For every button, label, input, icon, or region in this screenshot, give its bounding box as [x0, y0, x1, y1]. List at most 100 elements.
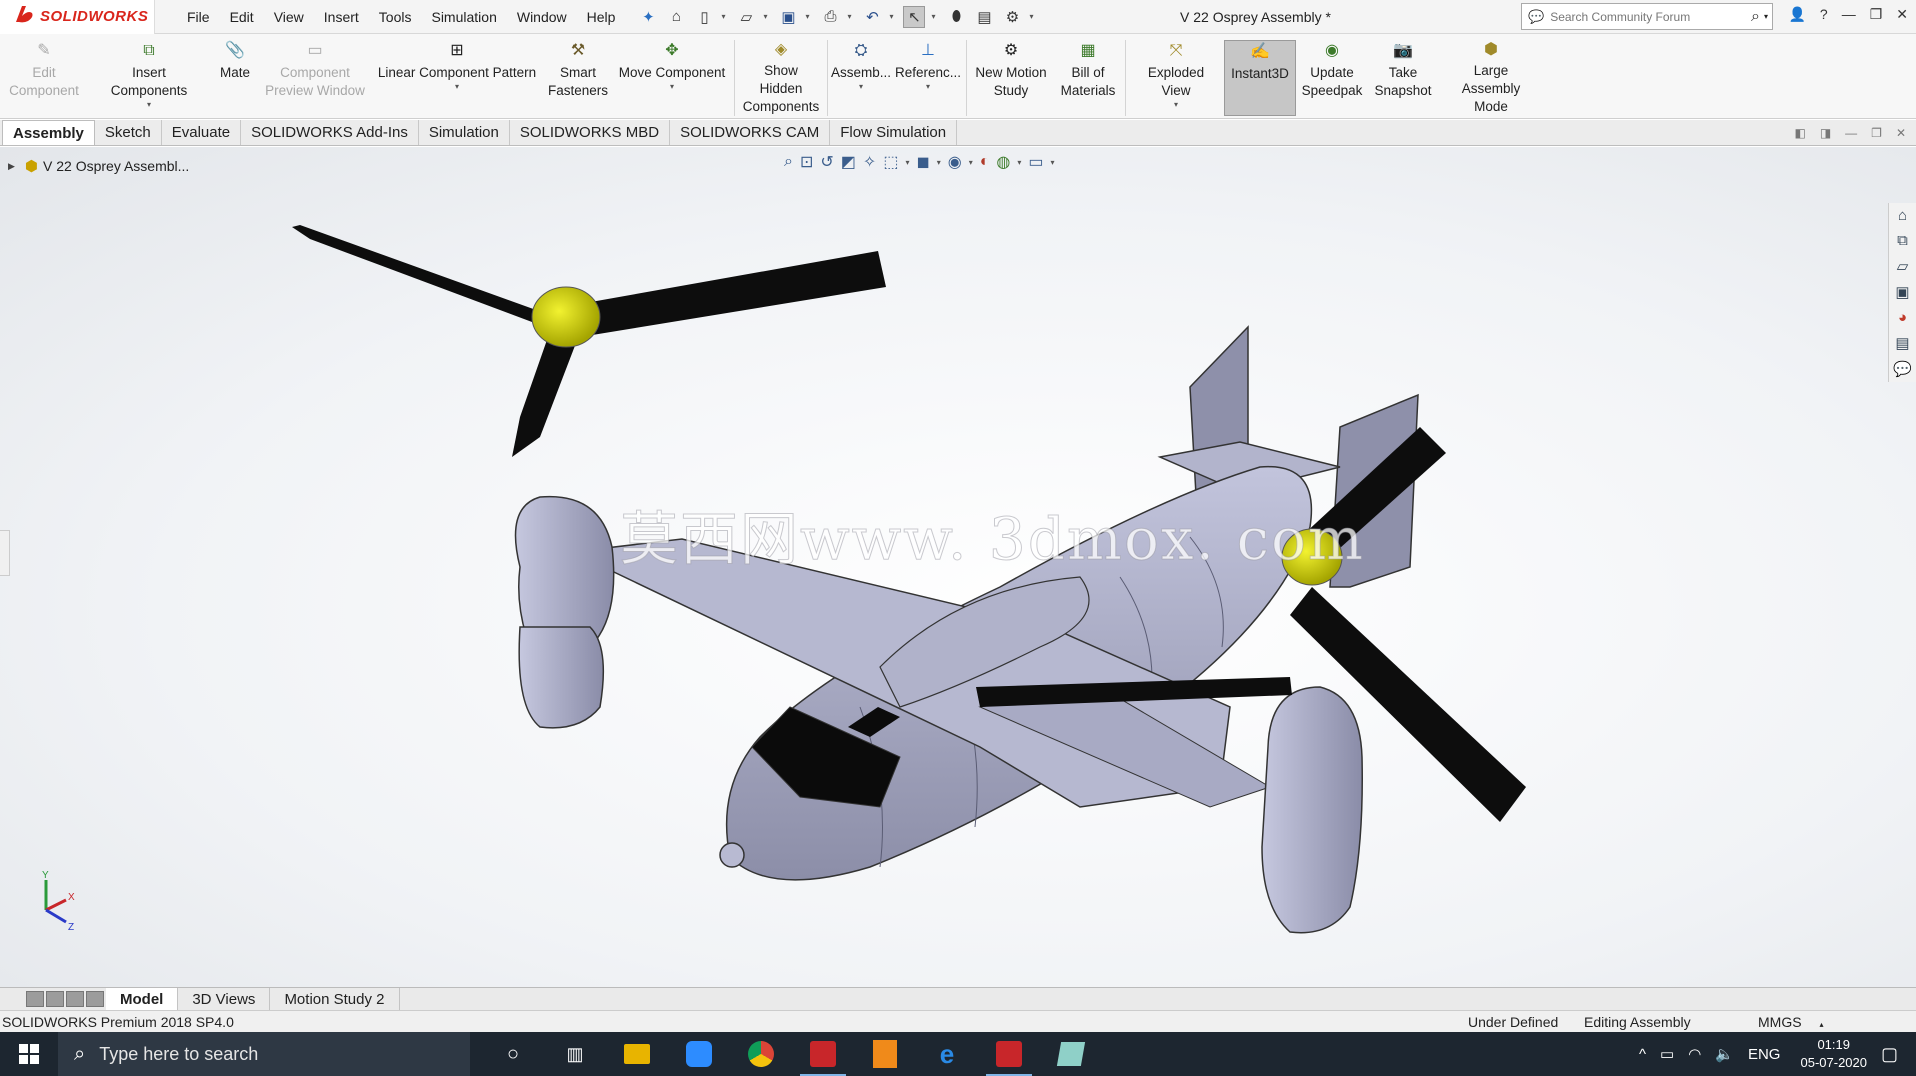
insert-components-button[interactable]: ⧉ Insert Components ▾	[88, 40, 210, 116]
move-component-button[interactable]: ✥ Move Component ▾	[612, 40, 732, 116]
tab-3d-views[interactable]: 3D Views	[178, 988, 271, 1010]
open-folder-icon[interactable]: ▱	[735, 6, 757, 28]
rebuild-traffic-light-icon[interactable]: ⬮	[945, 6, 967, 28]
solidworks-resources-icon[interactable]: ⌂	[1898, 207, 1907, 224]
chevron-down-icon[interactable]: ▾	[859, 82, 863, 92]
search-icon[interactable]: ⌕	[1751, 8, 1760, 26]
assembly-features-button[interactable]: ⛭ Assemb... ▾	[830, 40, 892, 116]
tab-mbd[interactable]: SOLIDWORKS MBD	[510, 120, 671, 145]
edge-button[interactable]: e	[916, 1032, 978, 1076]
mate-button[interactable]: 📎 Mate	[210, 40, 260, 116]
doc-minimize-icon[interactable]: —	[1845, 126, 1857, 140]
custom-properties-icon[interactable]: ▤	[1895, 334, 1909, 352]
appearances-icon[interactable]: ◕	[1898, 309, 1907, 326]
bill-of-materials-button[interactable]: ▦ Bill of Materials	[1053, 40, 1123, 116]
volume-icon[interactable]: 🔈	[1715, 1045, 1734, 1063]
tab-model[interactable]: Model	[106, 988, 179, 1010]
menu-view[interactable]: View	[264, 9, 314, 25]
save-dropdown-icon[interactable]: ▾	[805, 12, 813, 21]
solidworks-2018-button-1[interactable]	[792, 1032, 854, 1076]
community-search-box[interactable]: 💬 Search Community Forum ⌕ ▾	[1521, 3, 1773, 30]
open-dropdown-icon[interactable]: ▾	[763, 12, 771, 21]
design-library-icon[interactable]: ⧉	[1897, 232, 1908, 249]
tab-assembly[interactable]: Assembly	[2, 120, 95, 145]
tile-left-icon[interactable]: ◧	[1794, 126, 1805, 140]
file-explorer-icon[interactable]: ▱	[1897, 257, 1909, 275]
chevron-down-icon[interactable]: ▾	[670, 82, 674, 92]
tab-cam[interactable]: SOLIDWORKS CAM	[670, 120, 831, 145]
restore-icon[interactable]: ❐	[1870, 6, 1883, 23]
solidworks-logo[interactable]: SOLIDWORKS	[0, 0, 155, 34]
edit-component-button[interactable]: ✎ Edit Component	[0, 40, 88, 116]
chevron-down-icon[interactable]: ▾	[455, 82, 459, 92]
take-snapshot-button[interactable]: 📷 Take Snapshot	[1368, 40, 1438, 116]
search-dropdown-icon[interactable]: ▾	[1764, 12, 1768, 21]
menu-help[interactable]: Help	[577, 9, 626, 25]
chevron-down-icon[interactable]: ▾	[926, 82, 930, 92]
solidworks-2018-button-2[interactable]	[978, 1032, 1040, 1076]
cortana-button[interactable]: ○	[482, 1032, 544, 1076]
next-tab-icon[interactable]	[66, 991, 84, 1007]
options-dropdown-icon[interactable]: ▾	[1029, 12, 1037, 21]
save-icon[interactable]: ▣	[777, 6, 799, 28]
print-dropdown-icon[interactable]: ▾	[847, 12, 855, 21]
user-icon[interactable]: 👤	[1788, 6, 1805, 23]
language-indicator[interactable]: ENG	[1748, 1046, 1781, 1063]
tab-evaluate[interactable]: Evaluate	[162, 120, 242, 145]
reference-geometry-button[interactable]: ⊥ Referenc... ▾	[892, 40, 964, 116]
component-preview-window-button[interactable]: ▭ Component Preview Window	[260, 40, 370, 116]
taskbar-search-box[interactable]: ⌕ Type here to search	[58, 1032, 470, 1076]
options-gear-icon[interactable]: ⚙	[1001, 6, 1023, 28]
menu-edit[interactable]: Edit	[220, 9, 264, 25]
notepad-app-button[interactable]	[1040, 1032, 1102, 1076]
battery-icon[interactable]: ▭	[1660, 1045, 1674, 1063]
minimize-icon[interactable]: —	[1842, 6, 1856, 23]
chrome-button[interactable]	[730, 1032, 792, 1076]
tab-flow-simulation[interactable]: Flow Simulation	[830, 120, 958, 145]
tab-scroll-arrows[interactable]	[26, 988, 106, 1010]
pin-icon[interactable]: ✦	[637, 6, 659, 28]
tab-sketch[interactable]: Sketch	[95, 120, 162, 145]
task-view-button[interactable]: ▥	[544, 1032, 606, 1076]
update-speedpak-button[interactable]: ◉ Update Speedpak	[1296, 40, 1368, 116]
doc-close-icon[interactable]: ✕	[1896, 126, 1906, 140]
tile-right-icon[interactable]: ◨	[1820, 126, 1831, 140]
zoom-app-button[interactable]	[668, 1032, 730, 1076]
file-explorer-button[interactable]	[606, 1032, 668, 1076]
menu-insert[interactable]: Insert	[314, 9, 369, 25]
show-hidden-icons-chevron[interactable]: ^	[1639, 1046, 1646, 1063]
chevron-down-icon[interactable]: ▾	[147, 100, 151, 110]
select-dropdown-icon[interactable]: ▾	[931, 12, 939, 21]
wifi-icon[interactable]: ◠	[1688, 1045, 1701, 1063]
close-icon[interactable]: ✕	[1896, 6, 1908, 23]
menu-tools[interactable]: Tools	[369, 9, 422, 25]
new-document-icon[interactable]: ▯	[693, 6, 715, 28]
tab-simulation[interactable]: Simulation	[419, 120, 510, 145]
chevron-down-icon[interactable]: ▾	[1174, 100, 1178, 110]
new-dropdown-icon[interactable]: ▾	[721, 12, 729, 21]
help-icon[interactable]: ?	[1820, 6, 1828, 23]
undo-icon[interactable]: ↶	[861, 6, 883, 28]
start-button[interactable]	[0, 1032, 58, 1076]
exploded-view-button[interactable]: ⤧ Exploded View ▾	[1128, 40, 1224, 116]
new-motion-study-button[interactable]: ⚙ New Motion Study	[969, 40, 1053, 116]
select-cursor-icon[interactable]: ↖	[903, 5, 926, 28]
prev-tab-icon[interactable]	[46, 991, 64, 1007]
doc-restore-icon[interactable]: ❐	[1871, 126, 1882, 140]
print-icon[interactable]: ⎙	[819, 6, 841, 28]
instant3d-toggle[interactable]: ✍ Instant3D	[1224, 40, 1296, 116]
last-tab-icon[interactable]	[86, 991, 104, 1007]
file-properties-icon[interactable]: ▤	[973, 6, 995, 28]
tab-motion-study-2[interactable]: Motion Study 2	[270, 988, 400, 1010]
unit-system-selector[interactable]: MMGS ▴	[1758, 1014, 1823, 1030]
smart-fasteners-button[interactable]: ⚒ Smart Fasteners	[544, 40, 612, 116]
first-tab-icon[interactable]	[26, 991, 44, 1007]
menu-simulation[interactable]: Simulation	[421, 9, 506, 25]
clock[interactable]: 01:19 05-07-2020	[1800, 1036, 1867, 1072]
home-icon[interactable]: ⌂	[665, 6, 687, 28]
large-assembly-mode-button[interactable]: ⬢ Large Assembly Mode	[1438, 40, 1544, 116]
view-palette-icon[interactable]: ▣	[1895, 283, 1909, 301]
foxit-reader-button[interactable]	[854, 1032, 916, 1076]
forum-icon[interactable]: 💬	[1893, 360, 1912, 378]
notifications-icon[interactable]: ▢	[1881, 1044, 1898, 1065]
